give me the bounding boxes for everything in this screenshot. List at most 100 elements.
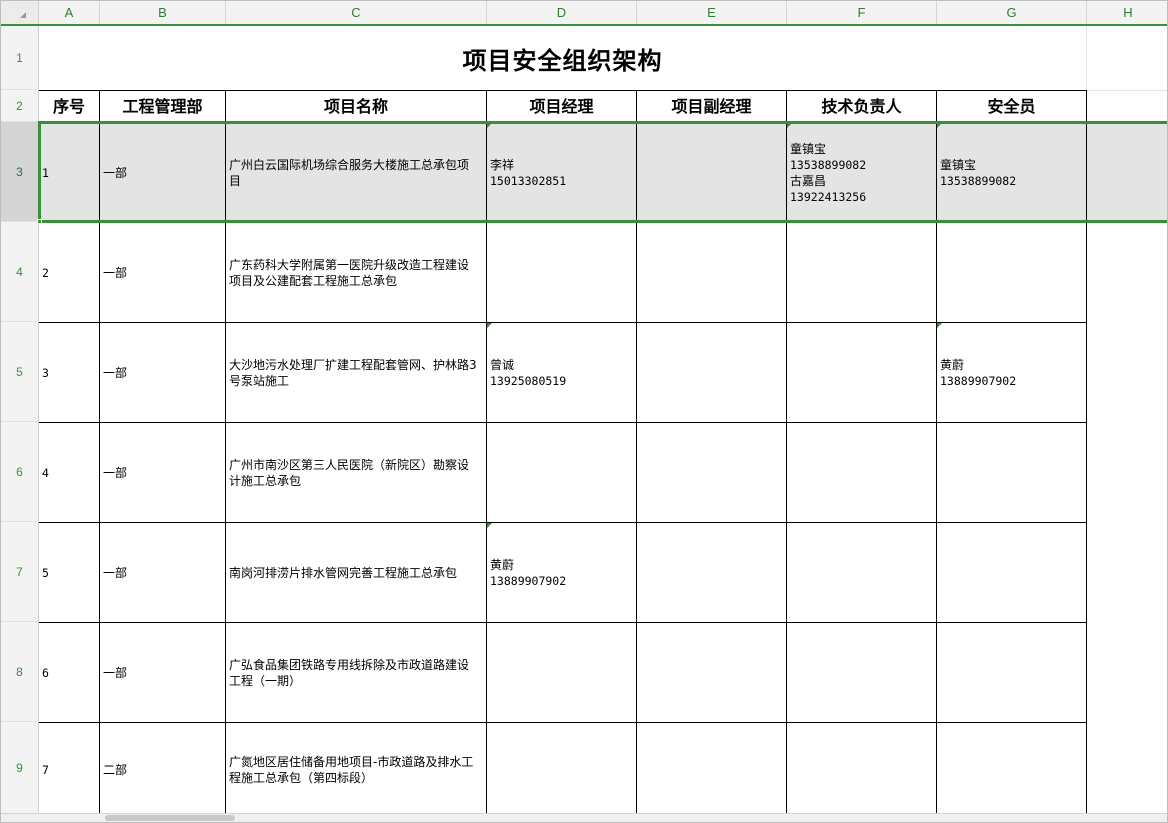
select-all-corner[interactable] bbox=[1, 1, 39, 24]
cell-deputy[interactable] bbox=[637, 323, 787, 423]
cell-tech[interactable] bbox=[787, 723, 937, 816]
cell-dept-text: 一部 bbox=[103, 165, 128, 180]
cell-tech[interactable] bbox=[787, 423, 937, 523]
contact-phone: 13889907902 bbox=[940, 373, 1017, 388]
cell-seq[interactable]: 2 bbox=[39, 223, 100, 323]
cell-dept[interactable]: 一部 bbox=[100, 423, 226, 523]
cell-dept-text: 一部 bbox=[103, 665, 128, 680]
column-header-e[interactable]: E bbox=[637, 1, 787, 24]
selection-border-top bbox=[39, 121, 1167, 124]
cell-project[interactable]: 广州白云国际机场综合服务大楼施工总承包项目 bbox=[226, 123, 487, 223]
column-header-bar: A B C D E F G H bbox=[1, 1, 1167, 26]
cell-seq-text: 5 bbox=[42, 565, 49, 580]
cell-manager[interactable] bbox=[487, 423, 637, 523]
header-cell-deputy[interactable]: 项目副经理 bbox=[637, 90, 787, 123]
cell-deputy[interactable] bbox=[637, 423, 787, 523]
contact-phone: 13538899082 bbox=[940, 173, 1017, 188]
row-header-4[interactable]: 4 bbox=[1, 222, 39, 322]
cell-safety[interactable]: 黄蔚 13889907902 bbox=[937, 323, 1087, 423]
row-header-8[interactable]: 8 bbox=[1, 622, 39, 722]
cell-h-selected[interactable] bbox=[1087, 123, 1167, 223]
cell-contact-list: 曾诚 13925080519 bbox=[490, 357, 566, 389]
header-cell-seq[interactable]: 序号 bbox=[39, 90, 100, 123]
cell-project[interactable]: 南岗河排涝片排水管网完善工程施工总承包 bbox=[226, 523, 487, 623]
cell-deputy[interactable] bbox=[637, 523, 787, 623]
cell-project[interactable]: 广氮地区居住储备用地项目-市政道路及排水工程施工总承包（第四标段） bbox=[226, 723, 487, 816]
column-header-f[interactable]: F bbox=[787, 1, 937, 24]
cell-dept[interactable]: 一部 bbox=[100, 523, 226, 623]
cell-dept-text: 一部 bbox=[103, 465, 128, 480]
contact-phone: 13889907902 bbox=[490, 573, 567, 588]
cell-dept[interactable]: 一部 bbox=[100, 323, 226, 423]
cell-dept[interactable]: 一部 bbox=[100, 623, 226, 723]
header-cell-manager[interactable]: 项目经理 bbox=[487, 90, 637, 123]
contact-name: 童镇宝 bbox=[940, 157, 977, 172]
contact-name: 曾诚 bbox=[490, 357, 515, 372]
cell-dept[interactable]: 一部 bbox=[100, 123, 226, 223]
cell-manager[interactable] bbox=[487, 723, 637, 816]
cell-tech[interactable] bbox=[787, 523, 937, 623]
header-cell-project[interactable]: 项目名称 bbox=[226, 90, 487, 123]
cell-seq[interactable]: 1 bbox=[39, 123, 100, 223]
row-header-7[interactable]: 7 bbox=[1, 522, 39, 622]
cell-seq[interactable]: 7 bbox=[39, 723, 100, 816]
cell-project[interactable]: 大沙地污水处理厂扩建工程配套管网、护林路3号泵站施工 bbox=[226, 323, 487, 423]
cell-manager[interactable]: 曾诚 13925080519 bbox=[487, 323, 637, 423]
contact-phone: 13538899082 bbox=[790, 157, 867, 172]
cell-seq[interactable]: 3 bbox=[39, 323, 100, 423]
cell-safety[interactable] bbox=[937, 623, 1087, 723]
cell-project-text: 大沙地污水处理厂扩建工程配套管网、护林路3号泵站施工 bbox=[229, 357, 477, 388]
header-cell-dept[interactable]: 工程管理部 bbox=[100, 90, 226, 123]
cell-contact-list: 童镇宝 13538899082 bbox=[940, 157, 1016, 189]
cell-tech[interactable] bbox=[787, 223, 937, 323]
spreadsheet-window: A B C D E F G H 1 2 3 4 5 6 7 8 9 项目安全组织… bbox=[0, 0, 1168, 823]
cell-tech[interactable] bbox=[787, 323, 937, 423]
cell-deputy[interactable] bbox=[637, 623, 787, 723]
cell-safety[interactable] bbox=[937, 723, 1087, 816]
cell-deputy[interactable] bbox=[637, 723, 787, 816]
cell-seq[interactable]: 6 bbox=[39, 623, 100, 723]
horizontal-scrollbar[interactable] bbox=[1, 813, 1167, 822]
cell-manager[interactable] bbox=[487, 623, 637, 723]
fill-handle[interactable] bbox=[37, 219, 42, 224]
column-header-a[interactable]: A bbox=[39, 1, 100, 24]
column-header-c[interactable]: C bbox=[226, 1, 487, 24]
row-header-5[interactable]: 5 bbox=[1, 322, 39, 422]
cell-dept[interactable]: 一部 bbox=[100, 223, 226, 323]
cell-seq[interactable]: 4 bbox=[39, 423, 100, 523]
column-header-g[interactable]: G bbox=[937, 1, 1087, 24]
cell-project-text: 广州白云国际机场综合服务大楼施工总承包项目 bbox=[229, 157, 470, 188]
cell-manager[interactable]: 李祥 15013302851 bbox=[487, 123, 637, 223]
cell-project[interactable]: 广州市南沙区第三人民医院（新院区）勘察设计施工总承包 bbox=[226, 423, 487, 523]
sheet-title[interactable]: 项目安全组织架构 bbox=[39, 26, 1086, 90]
column-header-d[interactable]: D bbox=[487, 1, 637, 24]
cell-tech[interactable] bbox=[787, 623, 937, 723]
cell-deputy[interactable] bbox=[637, 223, 787, 323]
column-header-b[interactable]: B bbox=[100, 1, 226, 24]
row-header-6[interactable]: 6 bbox=[1, 422, 39, 522]
cell-project[interactable]: 广东药科大学附属第一医院升级改造工程建设项目及公建配套工程施工总承包 bbox=[226, 223, 487, 323]
cell-safety[interactable] bbox=[937, 223, 1087, 323]
row-header-9[interactable]: 9 bbox=[1, 722, 39, 815]
row-header-1[interactable]: 1 bbox=[1, 26, 39, 90]
cell-deputy[interactable] bbox=[637, 123, 787, 223]
cell-project[interactable]: 广弘食品集团铁路专用线拆除及市政道路建设工程（一期） bbox=[226, 623, 487, 723]
cell-tech[interactable]: 童镇宝 13538899082 古嘉昌 13922413256 bbox=[787, 123, 937, 223]
cell-safety[interactable]: 童镇宝 13538899082 bbox=[937, 123, 1087, 223]
row-header-3[interactable]: 3 bbox=[1, 122, 39, 222]
cell-dept-text: 二部 bbox=[103, 762, 128, 777]
cell-safety[interactable] bbox=[937, 523, 1087, 623]
header-cell-tech[interactable]: 技术负责人 bbox=[787, 90, 937, 123]
cell-project-text: 广东药科大学附属第一医院升级改造工程建设项目及公建配套工程施工总承包 bbox=[229, 257, 470, 288]
cell-safety[interactable] bbox=[937, 423, 1087, 523]
contact-name: 古嘉昌 bbox=[790, 173, 827, 188]
column-header-h[interactable]: H bbox=[1087, 1, 1167, 24]
cell-dept[interactable]: 二部 bbox=[100, 723, 226, 816]
scrollbar-thumb[interactable] bbox=[105, 815, 235, 821]
header-cell-safety[interactable]: 安全员 bbox=[937, 90, 1087, 123]
gridline bbox=[1086, 90, 1167, 91]
cell-seq[interactable]: 5 bbox=[39, 523, 100, 623]
cell-manager[interactable] bbox=[487, 223, 637, 323]
row-header-2[interactable]: 2 bbox=[1, 90, 39, 122]
cell-manager[interactable]: 黄蔚 13889907902 bbox=[487, 523, 637, 623]
